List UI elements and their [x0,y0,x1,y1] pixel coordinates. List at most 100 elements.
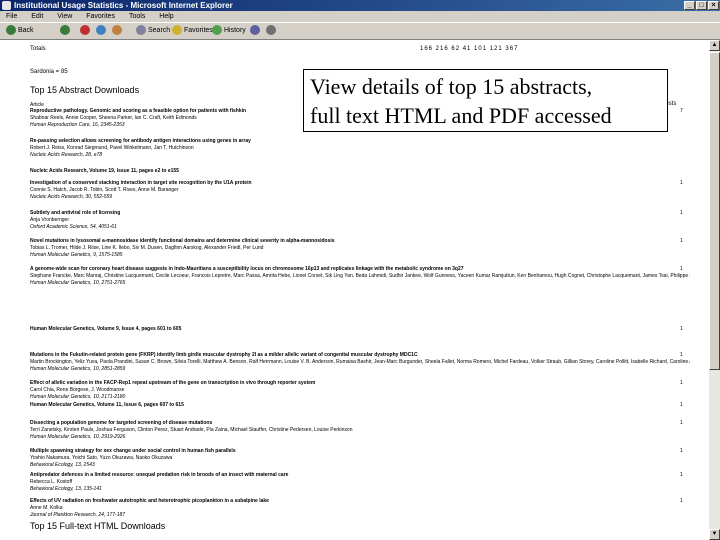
forward-arrow-icon [60,25,70,36]
entry-title[interactable]: Effects of UV radiation on freshwater au… [30,498,690,505]
entry-title[interactable]: Multiple spawning strategy for sex chang… [30,448,690,455]
vertical-scrollbar[interactable]: ▲ ▼ [709,40,720,540]
entry-journal: Human Molecular Genetics, 10, 2171-2180 [30,394,126,400]
minimize-button[interactable]: _ [684,1,695,10]
menu-view[interactable]: View [57,13,72,20]
list-item[interactable]: Effects of UV radiation on freshwater au… [30,498,690,519]
entry-title[interactable]: Subtlety and antiviral role of licensing [30,210,690,217]
request-count: 1 [680,238,683,244]
forward-button[interactable] [60,23,72,39]
request-count: 1 [680,352,683,358]
mail-icon [250,25,260,36]
request-count: 1 [680,266,683,272]
window-title: Institutional Usage Statistics - Microso… [14,1,233,10]
totals-values: 166 216 62 41 101 121 367 [420,46,519,52]
entry-journal: Nucleic Acids Research, 30, 552-559 [30,194,113,200]
list-item[interactable]: Mutations in the Fukutin-related protein… [30,352,690,373]
favorites-button[interactable]: Favorites [172,23,213,39]
home-icon [112,25,122,36]
list-item[interactable]: Human Molecular Genetics, Volume 9, Issu… [30,326,690,333]
section-title-abstracts: Top 15 Abstract Downloads [30,85,140,95]
callout-line-2: full text HTML and PDF accessed [310,103,612,128]
search-label: Search [148,27,171,34]
title-bar: Institutional Usage Statistics - Microso… [0,0,720,11]
list-item[interactable]: Investigation of a conserved stacking in… [30,180,690,201]
request-count: 1 [680,402,683,408]
entry-journal: Behavioral Ecology, 13, 2543 [30,462,95,468]
entry-title[interactable]: Investigation of a conserved stacking in… [30,180,690,187]
window-controls: _ □ × [684,1,719,10]
list-item[interactable]: Dissecting a population genome for targe… [30,420,690,441]
scroll-up-button[interactable]: ▲ [709,40,720,51]
list-item[interactable]: Human Molecular Genetics, Volume 11, Iss… [30,402,690,409]
star-icon [172,25,182,36]
request-count: 1 [680,210,683,216]
list-item[interactable]: Nucleic Acids Research, Volume 19, Issue… [30,168,690,175]
list-item[interactable]: Antipredator defences in a limited resou… [30,472,690,493]
entry-authors: Martin Brockington, Yeliz Yuva, Paola Pr… [30,359,690,365]
history-button[interactable]: History [212,23,246,39]
maximize-button[interactable]: □ [696,1,707,10]
entry-authors: Robert J. Reiss, Konrad Siegmund, Pavel … [30,145,194,151]
search-button[interactable]: Search [136,23,170,39]
list-item[interactable]: Re-passing selection allows screening fo… [30,138,690,159]
close-button[interactable]: × [708,1,719,10]
entry-authors: Connie S. Hatch, Jacob R. Tobin, Scott T… [30,187,179,193]
favorites-label: Favorites [184,27,213,34]
entry-authors: Anja Vronbernger [30,217,70,223]
search-icon [136,25,146,36]
mail-button[interactable] [250,23,262,39]
entry-title[interactable]: Re-passing selection allows screening fo… [30,138,690,145]
refresh-button[interactable] [96,23,108,39]
entry-title[interactable]: A genome-wide scan for coronary heart di… [30,266,690,273]
refresh-icon [96,25,106,36]
stop-button[interactable] [80,23,92,39]
entry-title[interactable]: Antipredator defences in a limited resou… [30,472,690,479]
list-item[interactable]: Subtlety and antiviral role of licensing… [30,210,690,231]
history-label: History [224,27,246,34]
entry-title[interactable]: Effect of allelic variation in the FACP-… [30,380,690,387]
ie-app-icon [2,1,11,10]
home-button[interactable] [112,23,124,39]
request-count: 1 [680,180,683,186]
entry-journal: Human Molecular Genetics, 10, 2919-2926 [30,434,126,440]
entry-title[interactable]: Dissecting a population genome for targe… [30,420,690,427]
menu-file[interactable]: File [6,13,17,20]
menu-tools[interactable]: Tools [129,13,145,20]
entry-title[interactable]: Human Molecular Genetics, Volume 9, Issu… [30,326,690,333]
list-item[interactable]: Effect of allelic variation in the FACP-… [30,380,690,401]
list-item[interactable]: A genome-wide scan for coronary heart di… [30,266,690,287]
list-item[interactable]: Multiple spawning strategy for sex chang… [30,448,690,469]
entry-journal: Human Molecular Genetics, 10, 2751-2765 [30,280,126,286]
section-title-fulltext: Top 15 Full-text HTML Downloads [30,521,166,531]
entry-authors: Tobias L. Tromer, Hilde J. Riise, Line K… [30,245,264,251]
entry-journal: Journal of Plankton Research, 24, 177-18… [30,512,126,518]
request-count: 1 [680,498,683,504]
request-count: 1 [680,448,683,454]
request-count: 1 [680,420,683,426]
menu-favorites[interactable]: Favorites [86,13,115,20]
entry-title[interactable]: Human Molecular Genetics, Volume 11, Iss… [30,402,690,409]
entry-authors: Stephane Francke, Marc Manraj, Christine… [30,273,690,279]
entry-authors: Carol Chia, Rene Borgese, J. Woodmanse [30,387,125,393]
totals-label: Totals [30,46,46,52]
scroll-down-button[interactable]: ▼ [709,529,720,540]
entry-title[interactable]: Novel mutations in lysosomal a-mannosida… [30,238,690,245]
entry-title[interactable]: Mutations in the Fukutin-related protein… [30,352,690,359]
menu-edit[interactable]: Edit [31,13,43,20]
entry-journal: Behavioral Ecology, 13, 135-141 [30,486,102,492]
request-count: 1 [680,380,683,386]
list-item[interactable]: Novel mutations in lysosomal a-mannosida… [30,238,690,259]
callout-annotation: View details of top 15 abstracts, full t… [303,69,668,132]
back-label: Back [18,27,34,34]
entry-authors: Yoshio Nakamura, Yoichi Sato, Yuzo Okuza… [30,455,173,461]
stop-icon [80,25,90,36]
history-icon [212,25,222,36]
back-button[interactable]: Back [6,23,34,39]
scroll-thumb[interactable] [709,52,720,370]
print-button[interactable] [266,23,278,39]
request-count: 1 [680,472,683,478]
menu-help[interactable]: Help [159,13,173,20]
menu-bar: File Edit View Favorites Tools Help [0,11,720,22]
entry-title[interactable]: Nucleic Acids Research, Volume 19, Issue… [30,168,690,175]
